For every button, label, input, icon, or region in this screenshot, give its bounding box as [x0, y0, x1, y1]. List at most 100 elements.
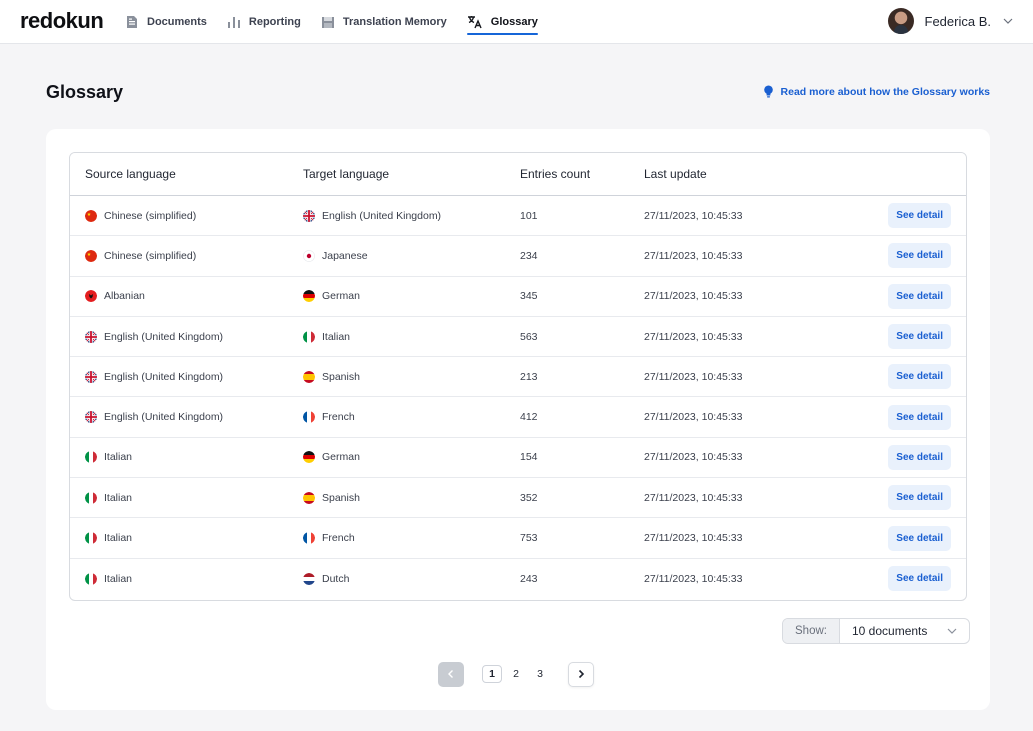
jp-flag-icon — [303, 250, 315, 262]
target-language-cell: French — [303, 518, 355, 557]
see-detail-button[interactable]: See detail — [888, 364, 951, 390]
last-update: 27/11/2023, 10:45:33 — [644, 491, 743, 504]
source-language-cell: Italian — [85, 518, 132, 557]
next-page-button[interactable] — [568, 661, 594, 687]
nav-glossary[interactable]: Glossary — [466, 0, 538, 44]
action-cell: See detail — [888, 518, 951, 557]
glossary-table: Source language Target language Entries … — [69, 152, 967, 601]
nav-reporting[interactable]: Reporting — [227, 0, 301, 44]
see-detail-button[interactable]: See detail — [888, 485, 951, 511]
action-cell: See detail — [888, 438, 951, 477]
nav-translation-memory[interactable]: Translation Memory — [321, 0, 447, 44]
user-menu[interactable]: Federica B. — [887, 7, 1013, 35]
entries-count: 213 — [520, 370, 538, 383]
table-body: Chinese (simplified) English (United Kin… — [70, 196, 966, 599]
entries-count: 345 — [520, 290, 538, 303]
action-cell: See detail — [888, 196, 951, 235]
it-flag-icon — [303, 330, 315, 343]
source-language-cell: English (United Kingdom) — [85, 397, 223, 436]
table-row: Chinese (simplified) Japanese 234 27/11/… — [70, 236, 966, 277]
document-icon — [127, 16, 137, 28]
last-update: 27/11/2023, 10:45:33 — [644, 330, 743, 343]
bar-chart-icon — [227, 17, 240, 28]
header-target-language: Target language — [303, 167, 390, 181]
table-row: Albanian German 345 27/11/2023, 10:45:33… — [70, 277, 966, 317]
action-cell: See detail — [888, 397, 951, 436]
action-cell: See detail — [888, 357, 951, 396]
show-label: Show: — [783, 619, 840, 643]
table-row: English (United Kingdom) Italian 563 27/… — [70, 317, 966, 358]
source-language: English (United Kingdom) — [104, 330, 224, 343]
source-language-cell: English (United Kingdom) — [85, 317, 223, 356]
target-language-cell: German — [303, 438, 360, 477]
last-update: 27/11/2023, 10:45:33 — [644, 370, 743, 383]
source-language: English (United Kingdom) — [104, 370, 224, 383]
chevron-down-icon — [947, 628, 957, 634]
see-detail-button[interactable]: See detail — [888, 324, 951, 350]
table-header: Source language Target language Entries … — [70, 153, 966, 196]
gb-flag-icon — [85, 411, 97, 424]
nav-documents[interactable]: Documents — [125, 0, 207, 44]
al-flag-icon — [85, 290, 97, 303]
it-flag-icon — [85, 451, 97, 464]
last-update: 27/11/2023, 10:45:33 — [644, 290, 743, 303]
entries-count: 753 — [520, 532, 538, 545]
target-language-cell: Spanish — [303, 478, 360, 517]
chevron-down-icon — [1003, 18, 1013, 24]
pagination: 1 2 3 — [438, 661, 594, 687]
glossary-help-link[interactable]: Read more about how the Glossary works — [763, 85, 990, 98]
see-detail-button[interactable]: See detail — [888, 444, 951, 470]
last-update: 27/11/2023, 10:45:33 — [644, 451, 743, 464]
header-entries-count: Entries count — [520, 167, 591, 181]
source-language: Albanian — [104, 290, 145, 303]
action-cell: See detail — [888, 277, 951, 316]
source-language: Italian — [104, 532, 133, 545]
table-row: English (United Kingdom) French 412 27/1… — [70, 397, 966, 438]
fr-flag-icon — [303, 411, 315, 424]
target-language-cell: Japanese — [303, 236, 368, 275]
see-detail-button[interactable]: See detail — [888, 525, 951, 551]
page-size-dropdown[interactable]: 10 documents — [840, 619, 969, 643]
es-flag-icon — [303, 370, 315, 383]
page-1-button[interactable]: 1 — [482, 665, 502, 683]
cn-flag-icon — [85, 209, 97, 222]
target-language: French — [322, 411, 355, 424]
it-flag-icon — [85, 532, 97, 545]
it-flag-icon — [85, 572, 97, 585]
see-detail-button[interactable]: See detail — [888, 566, 951, 592]
translate-icon — [467, 16, 482, 29]
see-detail-button[interactable]: See detail — [888, 283, 951, 309]
last-update: 27/11/2023, 10:45:33 — [644, 411, 743, 424]
entries-count: 101 — [520, 209, 538, 222]
page-size-selector: Show: 10 documents — [782, 618, 970, 644]
target-language-cell: French — [303, 397, 355, 436]
source-language-cell: Italian — [85, 438, 132, 477]
previous-page-button[interactable] — [438, 661, 464, 687]
nav-reporting-label: Reporting — [248, 16, 301, 28]
entries-count: 234 — [520, 249, 538, 262]
see-detail-button[interactable]: See detail — [888, 203, 951, 229]
target-language-cell: German — [303, 277, 360, 316]
de-flag-icon — [303, 290, 315, 303]
last-update: 27/11/2023, 10:45:33 — [644, 532, 743, 545]
page-3-button[interactable]: 3 — [530, 665, 550, 683]
target-language-cell: Spanish — [303, 357, 360, 396]
see-detail-button[interactable]: See detail — [888, 404, 951, 430]
avatar — [887, 8, 914, 34]
table-row: Chinese (simplified) English (United Kin… — [70, 196, 966, 237]
nav-documents-label: Documents — [147, 16, 207, 28]
target-language: Japanese — [322, 249, 368, 262]
source-language-cell: Albanian — [85, 277, 145, 316]
gb-flag-icon — [85, 370, 97, 383]
target-language: Italian — [322, 330, 351, 343]
nl-flag-icon — [303, 572, 315, 585]
brand-logo[interactable]: redokun — [20, 8, 104, 34]
last-update: 27/11/2023, 10:45:33 — [644, 209, 743, 222]
page-2-button[interactable]: 2 — [506, 665, 526, 683]
glossary-help-link-text: Read more about how the Glossary works — [780, 85, 990, 98]
source-language-cell: English (United Kingdom) — [85, 357, 223, 396]
see-detail-button[interactable]: See detail — [888, 243, 951, 269]
source-language-cell: Italian — [85, 559, 132, 599]
glossary-card: Source language Target language Entries … — [46, 129, 990, 710]
target-language: French — [322, 532, 355, 545]
